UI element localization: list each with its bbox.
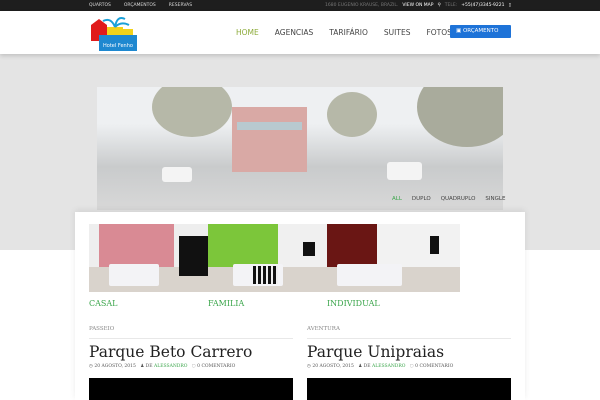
post-author[interactable]: ALESSANDRO bbox=[154, 364, 187, 369]
phone-number: +55(47)3345-9221 bbox=[461, 3, 505, 8]
filter-duplo[interactable]: DUPLO bbox=[412, 196, 431, 202]
clock-icon: ◷ bbox=[89, 364, 93, 369]
topbar-link-orcamentos[interactable]: ORÇAMENTOS bbox=[124, 0, 156, 11]
user-icon: ♟ bbox=[358, 364, 363, 369]
clock-icon: ◷ bbox=[307, 364, 311, 369]
phone-icon: ▯ bbox=[508, 3, 511, 8]
post-category[interactable]: PASSEIO bbox=[89, 326, 114, 332]
room-label-individual[interactable]: INDIVIDUAL bbox=[327, 299, 380, 308]
comment-icon: ◌ bbox=[191, 364, 196, 369]
post-meta: ◷ 20 AGOSTO, 2015 ♟ DE ALESSANDRO ◌ 0 CO… bbox=[307, 364, 453, 369]
divider bbox=[89, 338, 293, 339]
orcamento-label: ORÇAMENTO bbox=[462, 28, 499, 34]
nav-fotos[interactable]: FOTOS bbox=[426, 28, 451, 37]
view-on-map-link[interactable]: VIEW ON MAP bbox=[402, 0, 433, 11]
hero-image bbox=[97, 87, 503, 210]
topbar-link-quartos[interactable]: QUARTOS bbox=[89, 0, 111, 11]
svg-text:Hotel Fenho: Hotel Fenho bbox=[103, 43, 133, 49]
room-label-casal[interactable]: CASAL bbox=[89, 299, 117, 308]
top-bar: QUARTOS ORÇAMENTOS RESERVAS 1680 EUGENIO… bbox=[0, 0, 600, 11]
post-video[interactable] bbox=[307, 378, 511, 400]
filter-all[interactable]: ALL bbox=[392, 196, 402, 202]
tel-label: TELE: bbox=[444, 3, 458, 8]
post-date: 20 AGOSTO, 2015 bbox=[94, 364, 136, 369]
room-filters: ALL DUPLO QUADRUPLO SINGLE bbox=[392, 196, 505, 202]
orcamento-button[interactable]: ▣ ORÇAMENTO bbox=[450, 25, 511, 38]
post-title[interactable]: Parque Unipraias bbox=[307, 343, 444, 361]
post-meta: ◷ 20 AGOSTO, 2015 ♟ DE ALESSANDRO ◌ 0 CO… bbox=[89, 364, 235, 369]
nav-tarifario[interactable]: TARIFÁRIO bbox=[329, 28, 368, 37]
post-title[interactable]: Parque Beto Carrero bbox=[89, 343, 252, 361]
nav-home[interactable]: HOME bbox=[236, 28, 259, 37]
by-label: DE bbox=[145, 364, 153, 369]
address: 1680 EUGENIO KRAUSE, BRAZIL. bbox=[325, 3, 399, 8]
user-icon: ♟ bbox=[140, 364, 145, 369]
filter-single[interactable]: SINGLE bbox=[485, 196, 505, 202]
main-nav: HOME AGENCIAS TARIFÁRIO SUITES FOTOS bbox=[236, 28, 452, 37]
by-label: DE bbox=[363, 364, 371, 369]
post-date: 20 AGOSTO, 2015 bbox=[312, 364, 354, 369]
post-author[interactable]: ALESSANDRO bbox=[372, 364, 405, 369]
room-image-individual[interactable] bbox=[327, 224, 460, 292]
comment-icon: ◌ bbox=[409, 364, 414, 369]
calendar-icon: ▣ bbox=[456, 28, 462, 34]
post-video[interactable] bbox=[89, 378, 293, 400]
room-image-familia[interactable] bbox=[208, 224, 327, 292]
room-label-familia[interactable]: FAMILIA bbox=[208, 299, 244, 308]
room-image-casal[interactable] bbox=[89, 224, 208, 292]
map-pin-icon: ⚲ bbox=[437, 3, 441, 8]
hotel-logo[interactable]: Hotel Fenho bbox=[89, 15, 139, 53]
nav-agencias[interactable]: AGENCIAS bbox=[275, 28, 314, 37]
post-comments[interactable]: 0 COMENTARIO bbox=[197, 364, 235, 369]
topbar-link-reservas[interactable]: RESERVAS bbox=[169, 0, 192, 11]
nav-suites[interactable]: SUITES bbox=[384, 28, 411, 37]
header: Hotel Fenho HOME AGENCIAS TARIFÁRIO SUIT… bbox=[0, 11, 600, 54]
divider bbox=[307, 338, 511, 339]
post-comments[interactable]: 0 COMENTARIO bbox=[415, 364, 453, 369]
post-category[interactable]: AVENTURA bbox=[307, 326, 340, 332]
filter-quadruplo[interactable]: QUADRUPLO bbox=[441, 196, 476, 202]
